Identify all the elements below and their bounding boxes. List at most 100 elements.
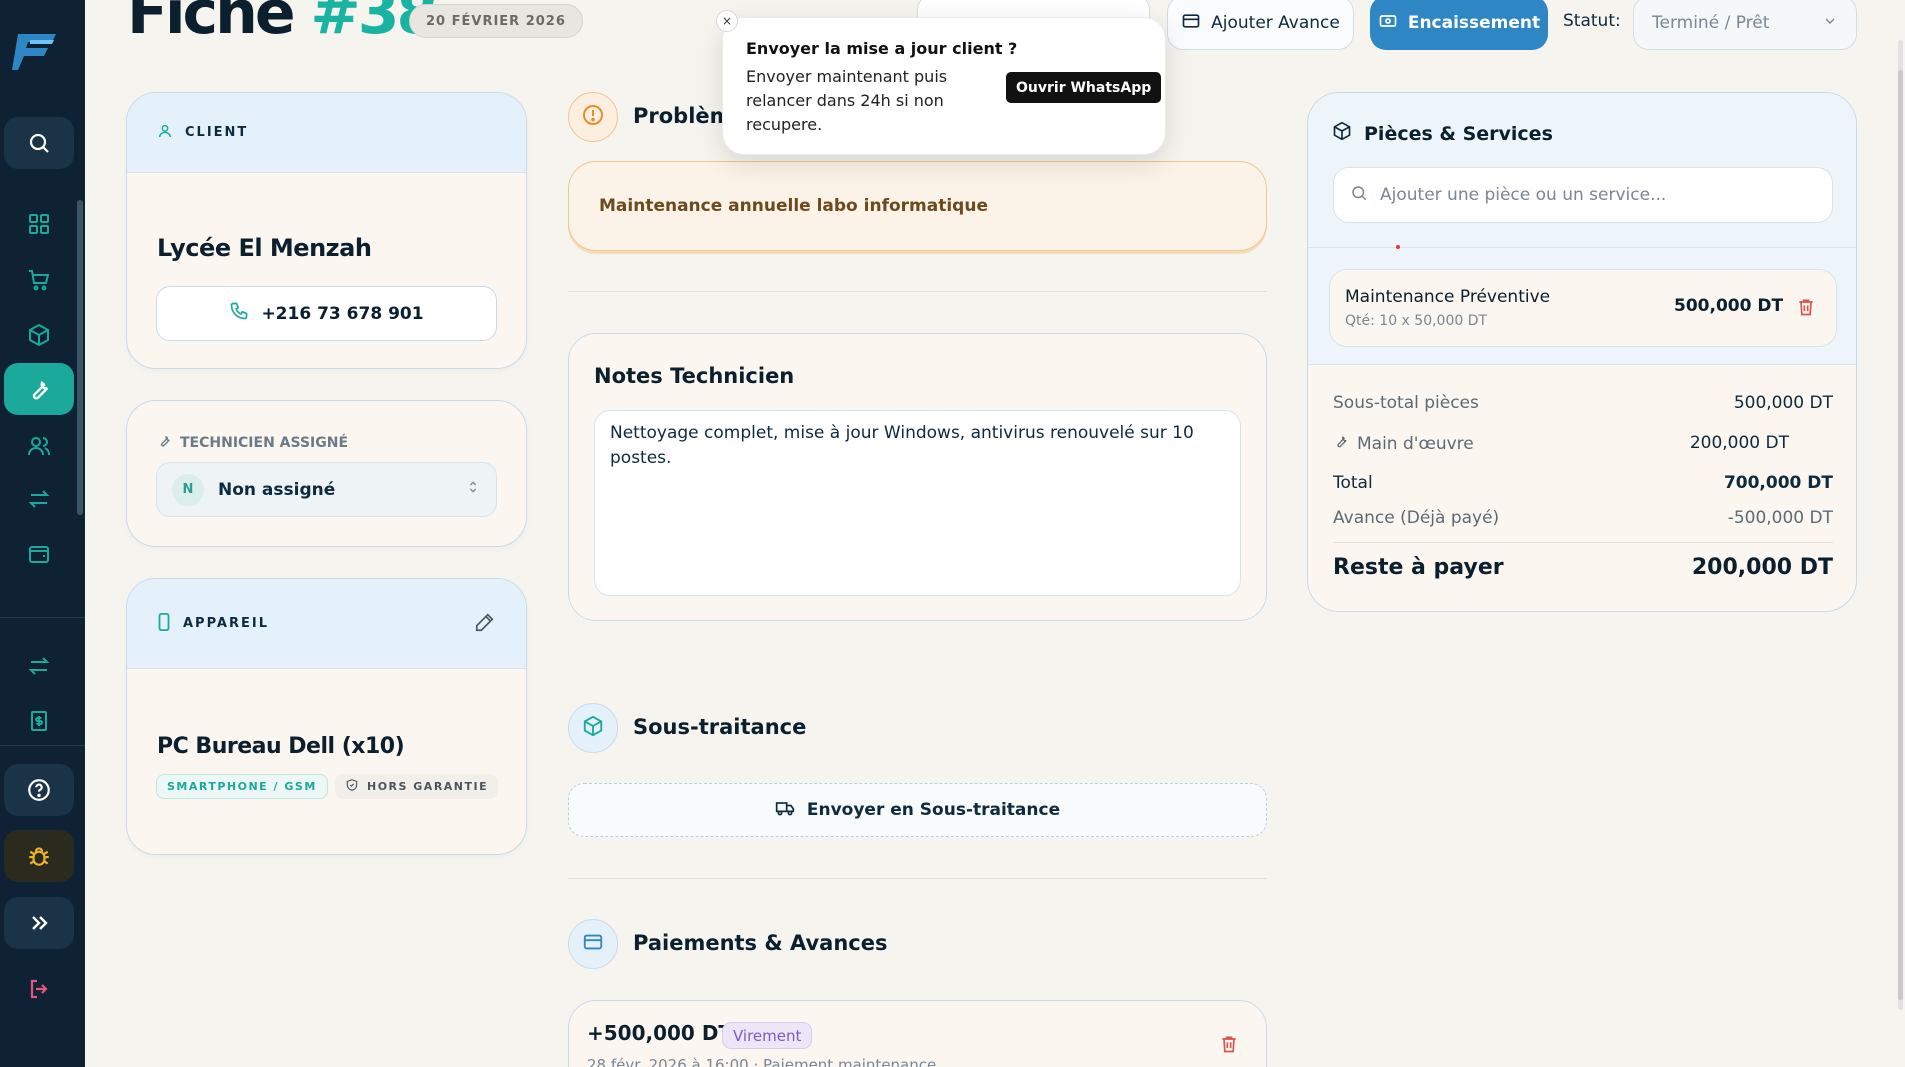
sidebar-item-clients[interactable] <box>4 420 74 472</box>
card-icon <box>582 931 604 957</box>
client-card-header: CLIENT <box>127 93 526 173</box>
sidebar-item-cart[interactable] <box>4 254 74 306</box>
scrollbar-thumb[interactable] <box>1898 70 1903 1000</box>
device-category-tag: SMARTPHONE / GSM <box>156 774 328 799</box>
trash-icon[interactable] <box>1796 297 1816 321</box>
popup-body: Envoyer maintenant puis relancer dans 24… <box>746 67 948 134</box>
wrench-icon <box>1333 433 1349 454</box>
payment-item: +500,000 DT Virement 28 févr. 2026 à 16:… <box>568 1000 1267 1067</box>
sidebar-item-transfers[interactable] <box>4 473 74 525</box>
labor-label-group: Main d'œuvre <box>1333 433 1474 454</box>
chevron-down-icon <box>1822 13 1838 34</box>
search-icon <box>24 128 54 158</box>
section-divider <box>568 291 1267 292</box>
problem-description: Maintenance annuelle labo informatique <box>568 161 1267 251</box>
notes-title: Notes Technicien <box>594 364 795 388</box>
send-subcontracting-label: Envoyer en Sous-traitance <box>806 800 1061 820</box>
shield-icon <box>345 778 359 795</box>
part-name: Maintenance Préventive <box>1345 287 1551 307</box>
labor-value[interactable]: 200,000 DT <box>1690 433 1789 454</box>
app-logo <box>12 34 56 70</box>
subtotal-row: Sous-total pièces 500,000 DT <box>1333 393 1833 413</box>
sidebar-divider <box>0 745 85 746</box>
users-icon <box>24 431 54 461</box>
wrench-icon <box>157 433 172 452</box>
cash-icon <box>1378 11 1398 36</box>
summary-divider <box>1333 542 1833 543</box>
box-icon <box>582 715 604 741</box>
whatsapp-prompt-popup: Envoyer la mise a jour client ? Envoyer … <box>722 17 1166 155</box>
help-button[interactable] <box>4 764 74 816</box>
logout-icon <box>24 974 54 1004</box>
cash-in-button[interactable]: Encaissement <box>1370 0 1548 50</box>
search-button[interactable] <box>4 117 74 169</box>
sidebar-scrollbar[interactable] <box>77 200 83 515</box>
parts-title-text: Pièces & Services <box>1364 122 1553 145</box>
help-icon <box>24 775 54 805</box>
avatar: N <box>172 473 204 506</box>
status-select[interactable]: Terminé / Prêt <box>1633 0 1857 50</box>
subcontracting-section-icon <box>568 703 618 753</box>
search-icon <box>1350 184 1368 207</box>
card-icon <box>1181 11 1201 36</box>
rest-label: Reste à payer <box>1333 555 1504 580</box>
client-name: Lycée El Menzah <box>157 234 372 262</box>
logout-button[interactable] <box>4 963 74 1015</box>
open-whatsapp-button[interactable]: Ouvrir WhatsApp <box>1006 72 1162 103</box>
dashboard-icon <box>24 209 54 239</box>
payment-amount: +500,000 DT <box>587 1021 733 1045</box>
sidebar-divider <box>0 617 85 618</box>
add-advance-label: Ajouter Avance <box>1211 13 1340 33</box>
sidebar-item-exchange[interactable] <box>4 640 74 692</box>
device-name: PC Bureau Dell (x10) <box>157 734 405 759</box>
total-label: Total <box>1333 473 1373 493</box>
sidebar <box>0 0 85 1067</box>
part-price: 500,000 DT <box>1674 296 1784 316</box>
popup-title: Envoyer la mise a jour client ? <box>746 39 1018 58</box>
cash-in-label: Encaissement <box>1407 13 1541 33</box>
technician-label: TECHNICIEN ASSIGNÉ <box>157 433 348 452</box>
advance-label: Avance (Déjà payé) <box>1333 508 1500 528</box>
warranty-text: HORS GARANTIE <box>367 780 489 793</box>
technician-card: TECHNICIEN ASSIGNÉ N Non assigné <box>126 400 527 547</box>
sidebar-item-receipts[interactable] <box>4 695 74 747</box>
expand-sidebar-button[interactable] <box>4 897 74 949</box>
advance-value: -500,000 DT <box>1727 508 1833 528</box>
date-badge: 20 FÉVRIER 2026 <box>409 4 583 38</box>
edit-icon[interactable] <box>474 611 496 637</box>
add-advance-button[interactable]: Ajouter Avance <box>1167 0 1354 50</box>
bug-icon <box>24 841 54 871</box>
warranty-tag: HORS GARANTIE <box>335 774 499 799</box>
wallet-icon <box>24 539 54 569</box>
client-section-label: CLIENT <box>185 125 249 140</box>
phone-device-icon <box>157 612 171 635</box>
page-title-prefix: Fiche <box>127 0 311 48</box>
parts-services-card: Pièces & Services Ajouter une pièce ou u… <box>1307 92 1857 612</box>
page-scrollbar[interactable] <box>1898 40 1903 1010</box>
sidebar-item-dashboard[interactable] <box>4 198 74 250</box>
trash-icon[interactable] <box>1219 1034 1239 1058</box>
device-card-header: APPAREIL <box>127 579 526 669</box>
parts-title: Pièces & Services <box>1332 121 1553 146</box>
status-value: Terminé / Prêt <box>1652 13 1770 33</box>
sidebar-item-repairs[interactable] <box>4 363 74 415</box>
client-phone: +216 73 678 901 <box>261 303 424 324</box>
payments-section-icon <box>568 919 618 969</box>
rest-to-pay-row: Reste à payer 200,000 DT <box>1333 555 1833 580</box>
subtotal-label: Sous-total pièces <box>1333 393 1479 413</box>
parts-search-input[interactable]: Ajouter une pièce ou un service... <box>1333 167 1833 223</box>
payment-meta: 28 févr. 2026 à 16:00 · Paiement mainten… <box>587 1056 951 1067</box>
call-client-button[interactable]: +216 73 678 901 <box>156 286 497 341</box>
notes-textarea[interactable]: Nettoyage complet, mise à jour Windows, … <box>594 410 1241 596</box>
payment-method-badge: Virement <box>722 1022 813 1049</box>
bug-report-button[interactable] <box>4 830 74 882</box>
chevron-updown-icon <box>465 479 481 500</box>
phone-icon <box>229 301 249 326</box>
subcontracting-title: Sous-traitance <box>633 715 807 739</box>
technician-select[interactable]: N Non assigné <box>156 462 497 517</box>
sidebar-item-inventory[interactable] <box>4 309 74 361</box>
section-divider <box>568 878 1267 879</box>
sidebar-item-wallet[interactable] <box>4 528 74 580</box>
send-subcontracting-button[interactable]: Envoyer en Sous-traitance <box>568 783 1267 837</box>
close-icon[interactable]: × <box>716 10 738 32</box>
